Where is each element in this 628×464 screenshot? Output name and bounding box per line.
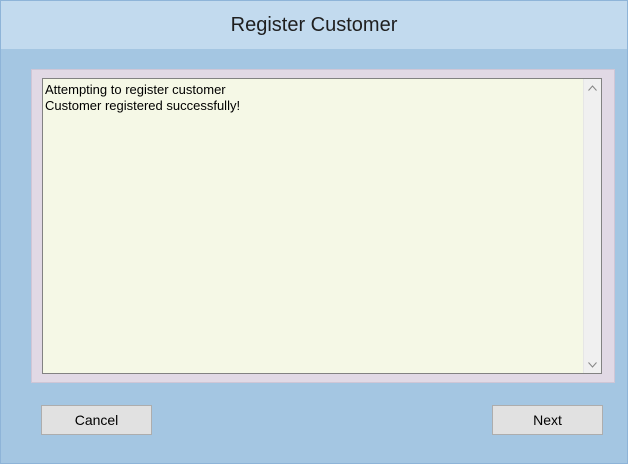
log-line: Customer registered successfully! bbox=[45, 98, 241, 113]
scroll-down-button[interactable] bbox=[584, 356, 601, 373]
dialog-title: Register Customer bbox=[230, 13, 398, 36]
chevron-up-icon bbox=[588, 84, 597, 91]
content-frame: Attempting to register customer Customer… bbox=[31, 69, 615, 383]
scroll-up-button[interactable] bbox=[584, 79, 601, 96]
cancel-button[interactable]: Cancel bbox=[41, 405, 152, 435]
register-customer-dialog: Register Customer Attempting to register… bbox=[0, 0, 628, 464]
title-bar: Register Customer bbox=[1, 1, 627, 49]
next-button[interactable]: Next bbox=[492, 405, 603, 435]
chevron-down-icon bbox=[588, 361, 597, 368]
vertical-scrollbar[interactable] bbox=[583, 79, 601, 373]
log-line: Attempting to register customer bbox=[45, 82, 226, 97]
log-lines: Attempting to register customer Customer… bbox=[45, 82, 575, 114]
log-textbox[interactable]: Attempting to register customer Customer… bbox=[42, 78, 602, 374]
